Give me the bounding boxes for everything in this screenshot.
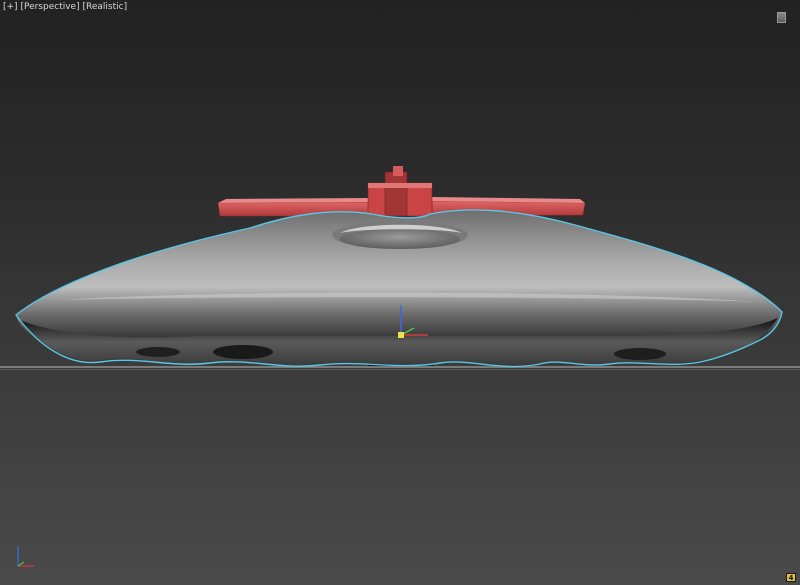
viewport-perspective[interactable]: [+] [Perspective] [Realistic] 4 — [0, 0, 800, 585]
world-axis-icon — [17, 546, 34, 567]
viewport-layout-badge[interactable]: 4 — [786, 573, 796, 582]
scene-canvas[interactable] — [0, 0, 800, 585]
rotor-hub[interactable] — [367, 166, 433, 217]
ground-grid — [0, 366, 800, 370]
saucer-body[interactable] — [16, 209, 782, 367]
